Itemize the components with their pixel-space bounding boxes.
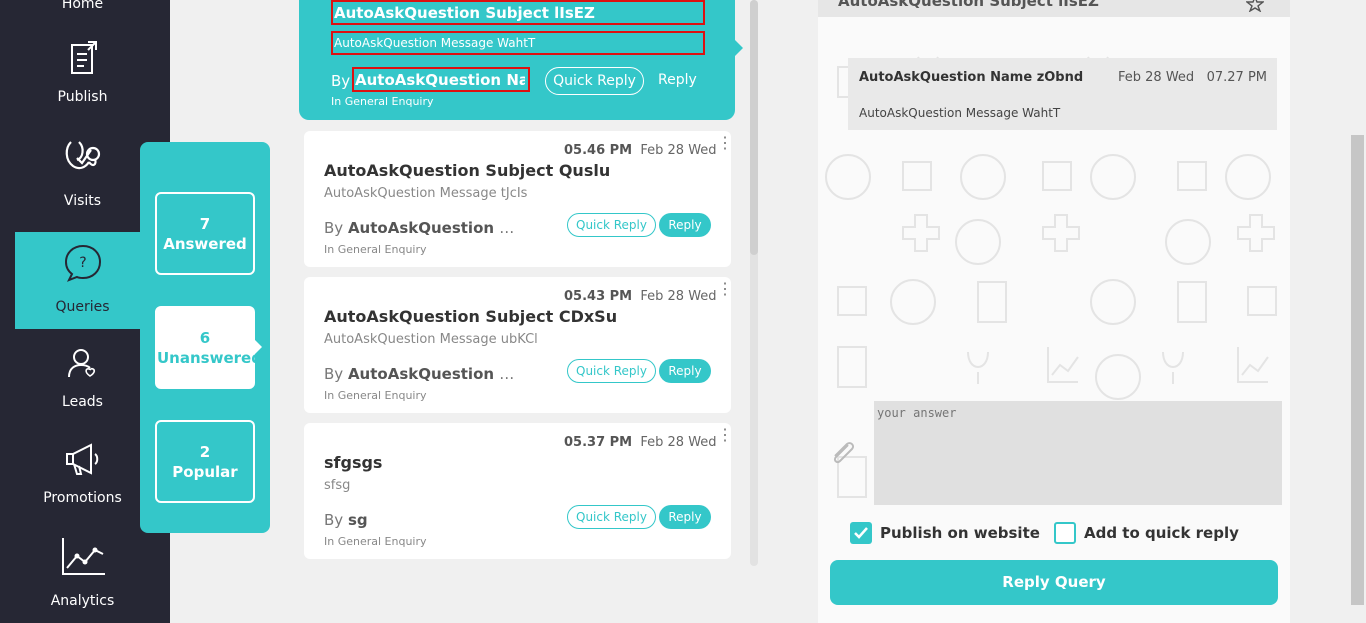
query-card[interactable]: 05.37 PM Feb 28 Wed ⋮ sfgsgs sfsg By sg … bbox=[304, 423, 733, 559]
list-scrollbar[interactable] bbox=[750, 0, 758, 566]
query-card[interactable]: 05.46 PM Feb 28 Wed ⋮ AutoAskQuestion Su… bbox=[304, 131, 733, 267]
query-time: 05.46 PM Feb 28 Wed bbox=[564, 143, 717, 158]
sidebar-item-label: Analytics bbox=[50, 593, 115, 609]
publish-label: Publish on website bbox=[880, 524, 1040, 542]
filter-pointer bbox=[255, 340, 262, 354]
filter-count: 6 bbox=[199, 329, 211, 347]
query-time: 05.43 PM Feb 28 Wed bbox=[564, 289, 717, 304]
query-list: AutoAskQuestion Subject lIsEZ AutoAskQue… bbox=[298, 0, 738, 623]
query-category: In General Enquiry bbox=[324, 243, 427, 256]
page-scrollbar-thumb[interactable] bbox=[1351, 135, 1364, 605]
answer-input[interactable] bbox=[874, 401, 1282, 505]
query-author: By AutoAskQuestion Na... bbox=[324, 219, 524, 237]
more-options-icon[interactable]: ⋮ bbox=[717, 136, 733, 152]
message-bubble: AutoAskQuestion Name zObnd Feb 28 Wed 07… bbox=[848, 58, 1277, 130]
bubble-author: AutoAskQuestion Name zObnd bbox=[859, 70, 1084, 85]
query-message: sfsg bbox=[324, 478, 351, 493]
sidebar-item-label: Home bbox=[61, 0, 104, 12]
query-subject: AutoAskQuestion Subject CDxSu bbox=[324, 307, 618, 326]
quick-reply-button[interactable]: Quick Reply bbox=[567, 359, 656, 383]
sidebar-item-analytics[interactable]: Analytics bbox=[0, 536, 165, 611]
more-options-icon[interactable]: ⋮ bbox=[717, 428, 733, 444]
filter-panel: 7 Answered 6 Unanswered 2 Popular bbox=[140, 142, 270, 533]
query-message: AutoAskQuestion Message ubKCl bbox=[324, 332, 538, 347]
publish-icon bbox=[70, 41, 97, 74]
quick-reply-button[interactable]: Quick Reply bbox=[567, 213, 656, 237]
selected-subject: AutoAskQuestion Subject lIsEZ bbox=[334, 4, 595, 22]
filter-label: Answered bbox=[163, 235, 247, 253]
chart-line-icon bbox=[61, 538, 105, 575]
query-author: By sg bbox=[324, 511, 368, 529]
more-options-icon[interactable]: ⋮ bbox=[717, 282, 733, 298]
reply-button[interactable]: Reply bbox=[658, 72, 697, 88]
selected-pointer bbox=[735, 40, 743, 56]
query-message: AutoAskQuestion Message tJcIs bbox=[324, 186, 528, 201]
quick-reply-label: Add to quick reply bbox=[1084, 524, 1239, 542]
sidebar-item-label: Publish bbox=[57, 89, 108, 105]
paperclip-icon[interactable] bbox=[828, 437, 858, 467]
filter-answered[interactable]: 7 Answered bbox=[155, 192, 255, 275]
filter-popular[interactable]: 2 Popular bbox=[155, 420, 255, 503]
filter-label: Popular bbox=[172, 463, 238, 481]
reply-button[interactable]: Reply bbox=[659, 359, 711, 383]
query-time: 05.37 PM Feb 28 Wed bbox=[564, 435, 717, 450]
filter-count: 2 bbox=[199, 443, 211, 461]
page-scrollbar[interactable] bbox=[1349, 0, 1366, 623]
star-icon[interactable] bbox=[1246, 0, 1264, 12]
filter-label: Unanswered bbox=[157, 349, 262, 367]
quick-reply-button[interactable]: Quick Reply bbox=[567, 505, 656, 529]
query-subject: sfgsgs bbox=[324, 453, 383, 472]
sidebar-item-publish[interactable]: Publish bbox=[0, 38, 165, 108]
chat-question-icon: ? bbox=[64, 244, 101, 282]
sidebar-item-home[interactable]: Home bbox=[0, 0, 165, 16]
selected-message: AutoAskQuestion Message WahtT bbox=[334, 36, 536, 50]
list-scrollbar-thumb[interactable] bbox=[750, 0, 758, 255]
filter-count: 7 bbox=[199, 215, 211, 233]
quick-reply-button[interactable]: Quick Reply bbox=[545, 67, 644, 95]
megaphone-icon bbox=[65, 443, 98, 475]
leads-icon bbox=[67, 349, 95, 378]
selected-name: AutoAskQuestion Na... bbox=[355, 71, 525, 89]
detail-header: AutoAskQuestion Subject lIsEZ bbox=[818, 0, 1290, 17]
stethoscope-icon bbox=[65, 141, 100, 170]
checkbox-unchecked[interactable] bbox=[1054, 522, 1076, 544]
query-category: In General Enquiry bbox=[324, 389, 427, 402]
reply-query-button[interactable]: Reply Query bbox=[830, 560, 1278, 605]
detail-title: AutoAskQuestion Subject lIsEZ bbox=[838, 0, 1099, 10]
query-author: By AutoAskQuestion Na... bbox=[324, 365, 524, 383]
svg-text:?: ? bbox=[79, 255, 86, 271]
checkbox-checked[interactable] bbox=[850, 522, 872, 544]
reply-button[interactable]: Reply bbox=[659, 213, 711, 237]
reply-button[interactable]: Reply bbox=[659, 505, 711, 529]
filter-unanswered[interactable]: 6 Unanswered bbox=[155, 306, 262, 389]
selected-query-card[interactable]: AutoAskQuestion Subject lIsEZ AutoAskQue… bbox=[299, 0, 735, 120]
bubble-timestamp: Feb 28 Wed 07.27 PM bbox=[1118, 70, 1267, 85]
check-icon bbox=[854, 527, 868, 539]
selected-category: In General Enquiry bbox=[331, 95, 434, 108]
selected-by: By bbox=[331, 72, 351, 90]
query-subject: AutoAskQuestion Subject Quslu bbox=[324, 161, 611, 180]
query-card[interactable]: 05.43 PM Feb 28 Wed ⋮ AutoAskQuestion Su… bbox=[304, 277, 733, 413]
query-category: In General Enquiry bbox=[324, 535, 427, 548]
bubble-message: AutoAskQuestion Message WahtT bbox=[859, 106, 1061, 120]
query-detail-panel: AutoAskQuestion Subject lIsEZ AutoAskQue… bbox=[818, 0, 1290, 623]
